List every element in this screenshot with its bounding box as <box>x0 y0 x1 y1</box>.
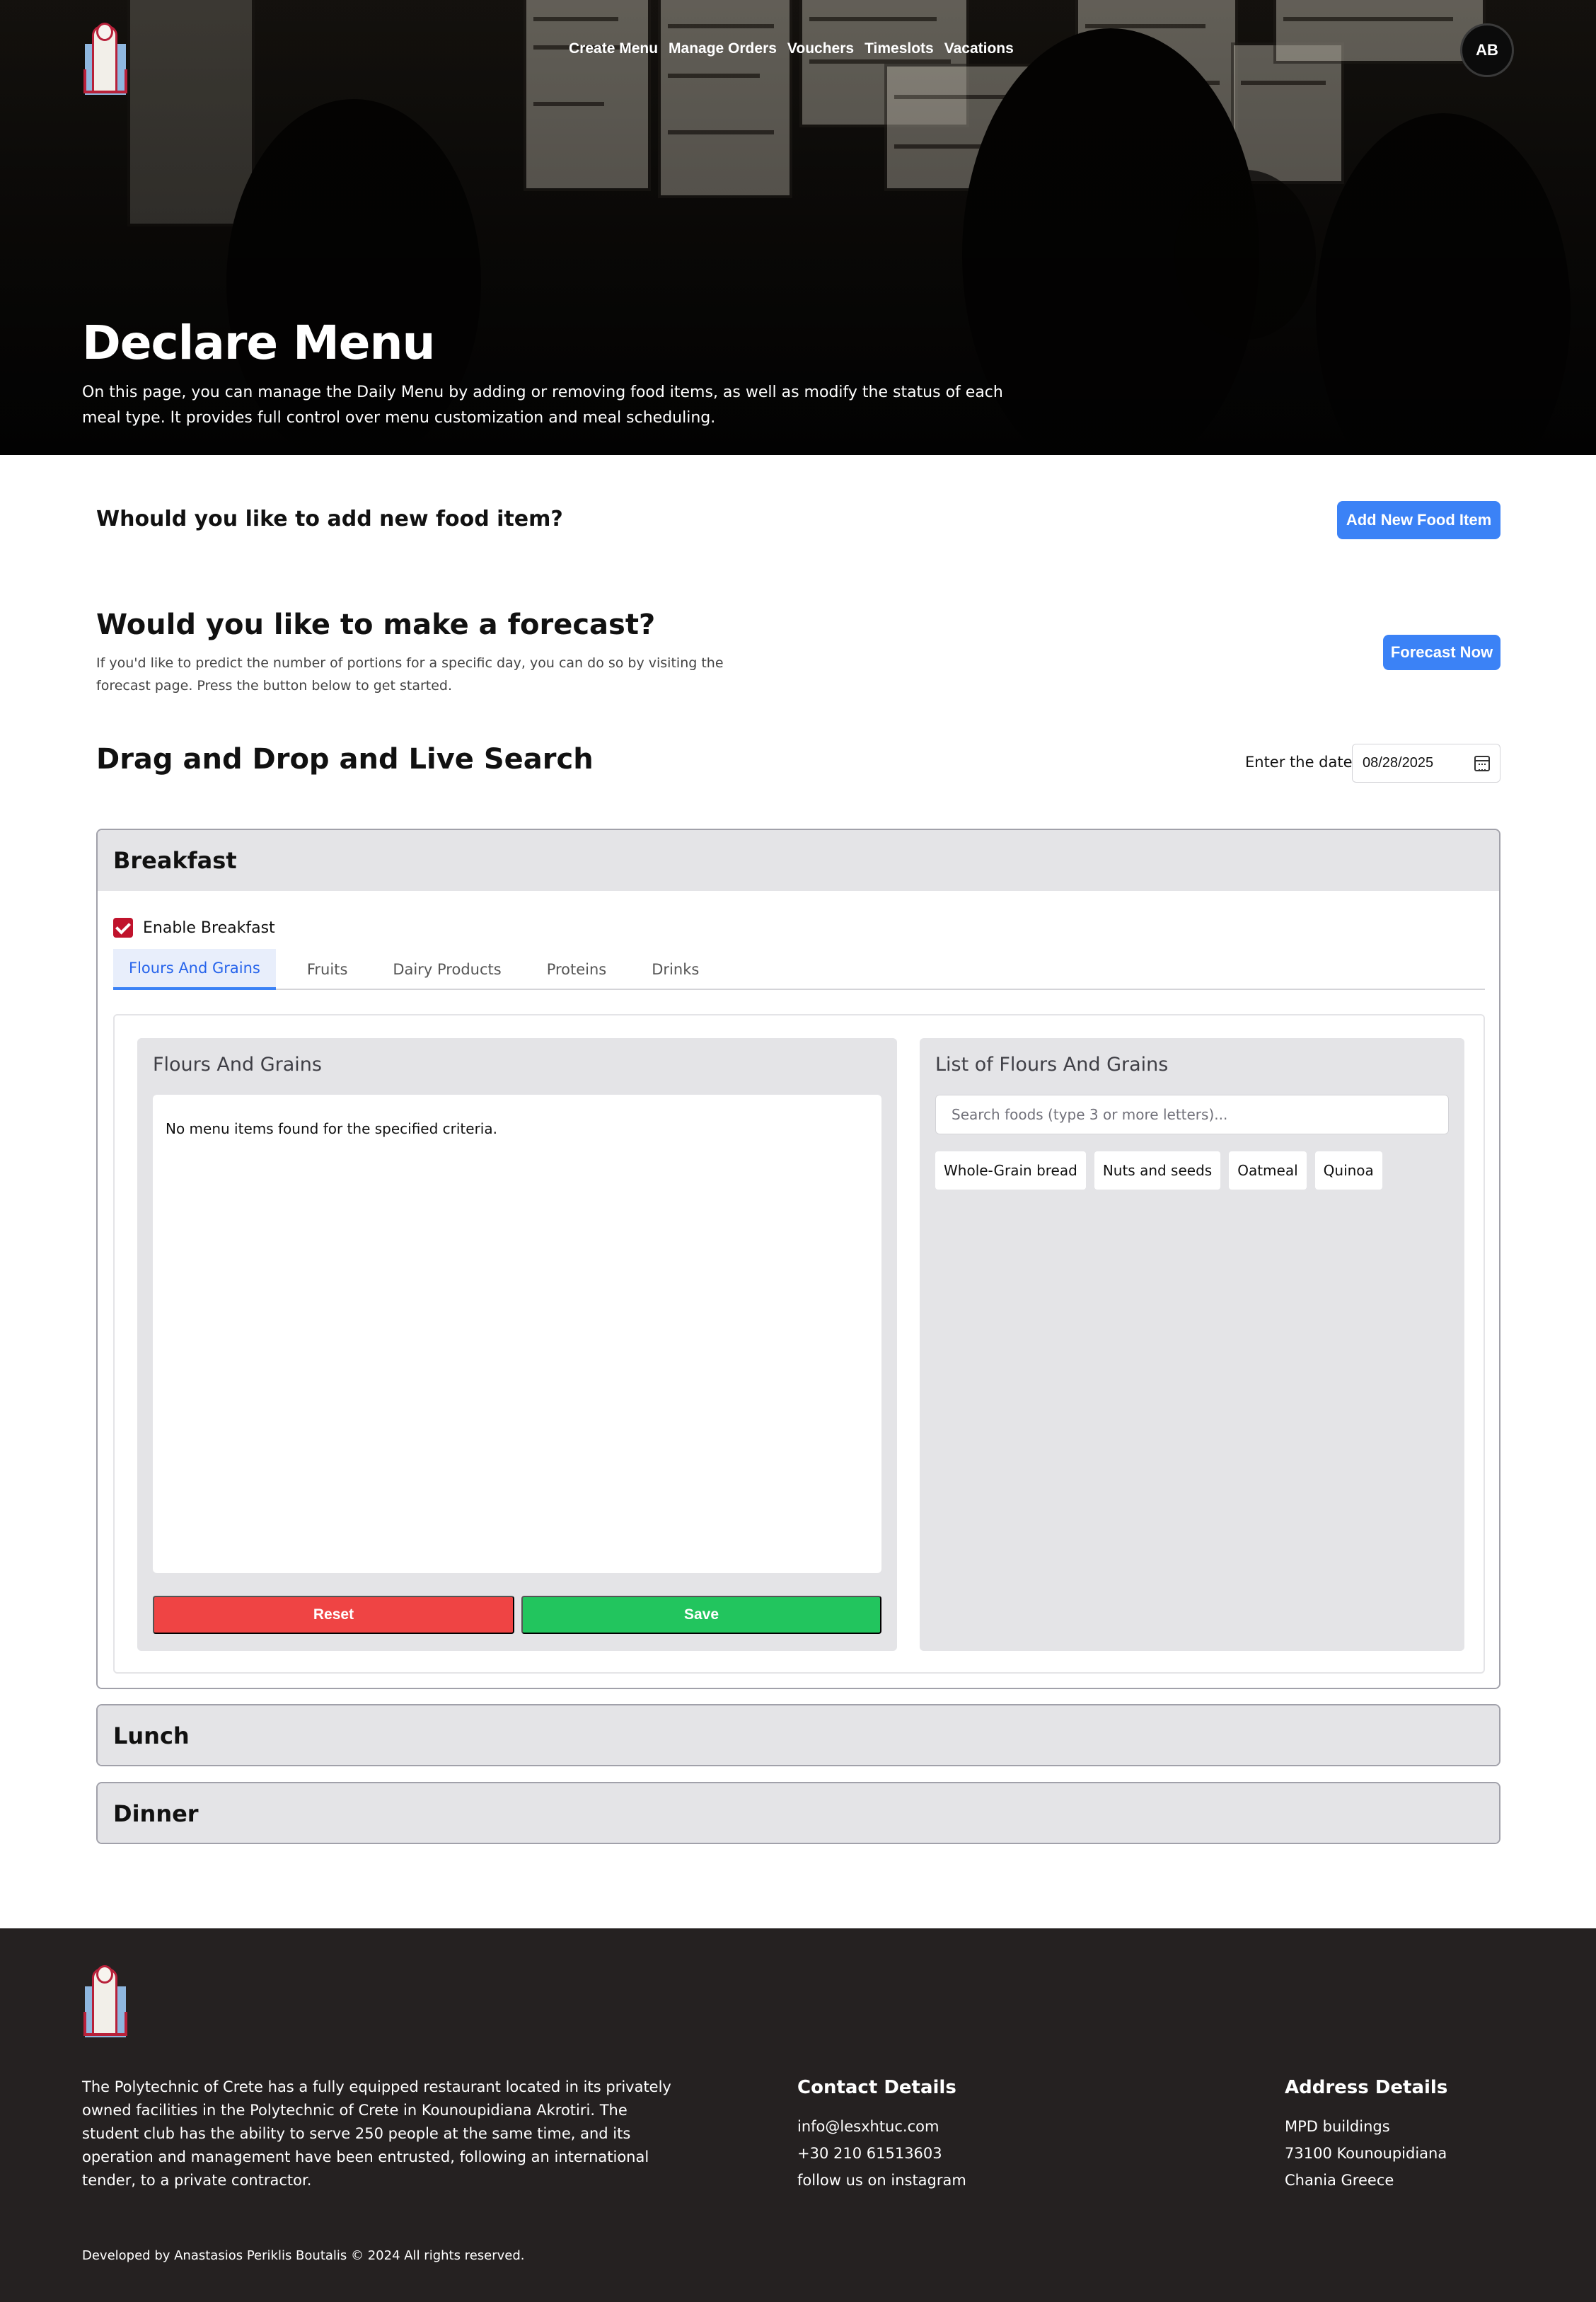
save-button[interactable]: Save <box>521 1596 881 1634</box>
enable-breakfast-label: Enable Breakfast <box>143 919 275 937</box>
tab-proteins[interactable]: Proteins <box>531 949 623 990</box>
address-line: MPD buildings <box>1285 2118 1390 2135</box>
food-chip-list: Whole-Grain bread Nuts and seeds Oatmeal… <box>935 1151 1382 1190</box>
add-new-food-item-button[interactable]: Add New Food Item <box>1337 501 1500 539</box>
date-value: 08/28/2025 <box>1363 755 1434 771</box>
nav-vouchers[interactable]: Vouchers <box>787 40 854 57</box>
tab-drinks[interactable]: Drinks <box>636 949 715 990</box>
hero-banner: Create Menu Manage Orders Vouchers Times… <box>0 0 1596 455</box>
meal-panel-breakfast: Breakfast Enable Breakfast Flours And Gr… <box>96 829 1500 1689</box>
empty-message: No menu items found for the specified cr… <box>166 1120 497 1137</box>
meal-panel-lunch: Lunch <box>96 1704 1500 1766</box>
nav-vacations[interactable]: Vacations <box>944 40 1014 57</box>
forecast-description: If you'd like to predict the number of p… <box>96 655 724 694</box>
dnd-section-title: Drag and Drop and Live Search <box>96 743 594 776</box>
address-line: 73100 Kounoupidiana <box>1285 2145 1447 2162</box>
tab-content: Flours And Grains No menu items found fo… <box>113 1014 1485 1674</box>
enable-breakfast-checkbox[interactable] <box>113 918 133 938</box>
date-input[interactable]: 08/28/2025 <box>1352 744 1500 783</box>
date-label: Enter the date <box>1245 754 1353 771</box>
food-chip[interactable]: Nuts and seeds <box>1094 1151 1221 1190</box>
main-nav: Create Menu Manage Orders Vouchers Times… <box>569 40 1014 57</box>
meal-header-dinner[interactable]: Dinner <box>98 1783 1499 1843</box>
meal-header-lunch[interactable]: Lunch <box>98 1705 1499 1765</box>
page-description: On this page, you can manage the Daily M… <box>82 384 1003 427</box>
address-title: Address Details <box>1285 2077 1448 2098</box>
food-chip[interactable]: Oatmeal <box>1229 1151 1307 1190</box>
food-list-title: List of Flours And Grains <box>935 1054 1169 1076</box>
add-food-question: Whould you like to add new food item? <box>96 507 563 531</box>
contact-phone[interactable]: +30 210 61513603 <box>797 2145 942 2162</box>
contact-email[interactable]: info@lesxhtuc.com <box>797 2118 939 2135</box>
footer-logo[interactable] <box>81 1965 130 2040</box>
category-tabs: Flours And Grains Fruits Dairy Products … <box>113 949 1485 990</box>
meal-header-breakfast[interactable]: Breakfast <box>98 830 1499 891</box>
selected-foods-title: Flours And Grains <box>153 1054 322 1076</box>
food-list-column: List of Flours And Grains Whole-Grain br… <box>920 1038 1464 1651</box>
reset-button[interactable]: Reset <box>153 1596 514 1634</box>
calendar-icon[interactable] <box>1474 756 1490 771</box>
nav-timeslots[interactable]: Timeslots <box>865 40 934 57</box>
food-search-input[interactable] <box>935 1095 1449 1134</box>
meal-panel-dinner: Dinner <box>96 1782 1500 1844</box>
tab-fruits[interactable]: Fruits <box>291 949 364 990</box>
instagram-link[interactable]: follow us on instagram <box>797 2172 966 2189</box>
footer-description: The Polytechnic of Crete has a fully equ… <box>82 2078 671 2189</box>
food-chip[interactable]: Quinoa <box>1314 1151 1382 1190</box>
nav-manage-orders[interactable]: Manage Orders <box>669 40 777 57</box>
logo[interactable] <box>81 23 130 98</box>
tab-dairy-products[interactable]: Dairy Products <box>377 949 516 990</box>
page-title: Declare Menu <box>82 316 436 370</box>
address-line: Chania Greece <box>1285 2172 1394 2189</box>
copyright: Developed by Anastasios Periklis Boutali… <box>82 2248 525 2263</box>
nav-create-menu[interactable]: Create Menu <box>569 40 658 57</box>
tab-flours-and-grains[interactable]: Flours And Grains <box>113 949 276 990</box>
footer: The Polytechnic of Crete has a fully equ… <box>0 1928 1596 2302</box>
drop-zone[interactable]: No menu items found for the specified cr… <box>153 1095 881 1573</box>
food-chip[interactable]: Whole-Grain bread <box>935 1151 1086 1190</box>
contact-title: Contact Details <box>797 2077 956 2098</box>
selected-foods-column: Flours And Grains No menu items found fo… <box>137 1038 897 1651</box>
forecast-now-button[interactable]: Forecast Now <box>1383 635 1500 670</box>
user-avatar[interactable]: AB <box>1460 23 1514 77</box>
meal-body-breakfast: Enable Breakfast Flours And Grains Fruit… <box>98 891 1499 1688</box>
forecast-question: Would you like to make a forecast? <box>96 609 656 641</box>
